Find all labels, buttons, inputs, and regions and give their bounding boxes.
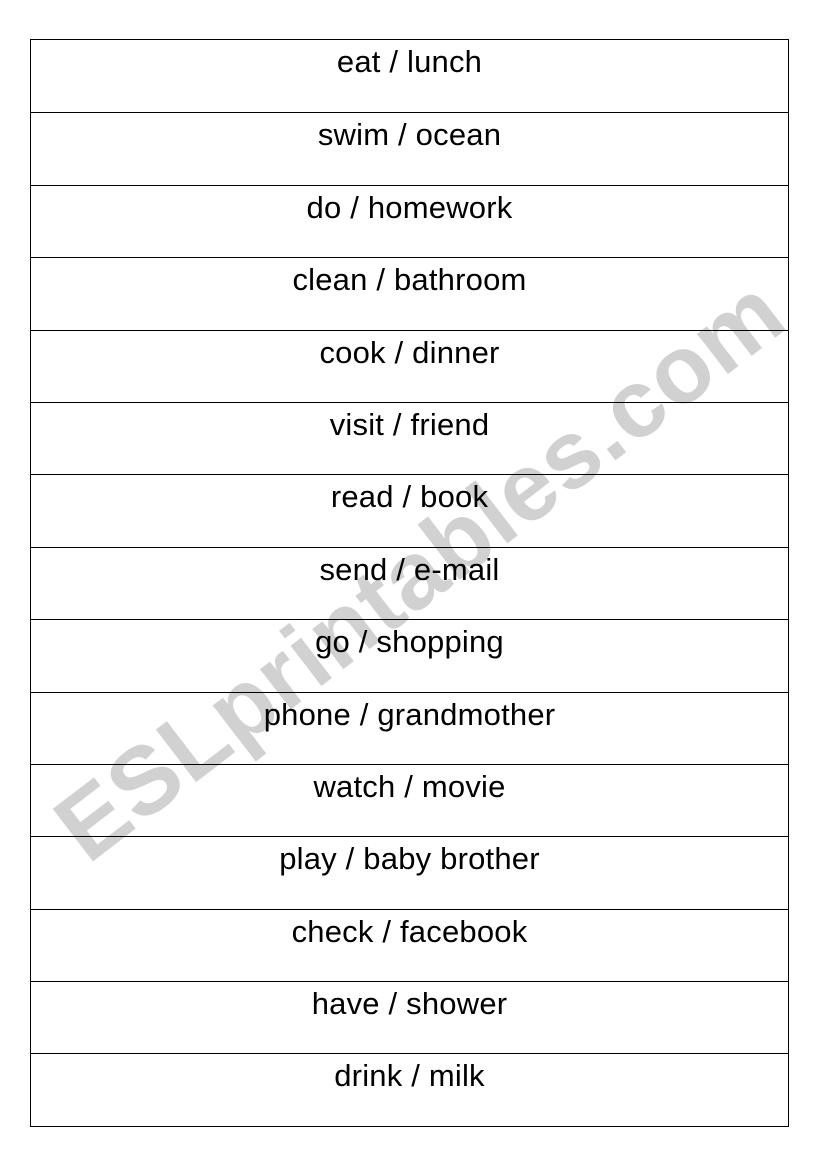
table-row: send / e-mail: [31, 546, 788, 619]
table-row: swim / ocean: [31, 112, 788, 184]
row-text: watch / movie: [313, 768, 506, 804]
row-text: send / e-mail: [319, 551, 500, 587]
row-text: cook / dinner: [319, 334, 500, 370]
table-row: eat / lunch: [31, 40, 788, 112]
table-row: do / homework: [31, 184, 788, 257]
table-row: visit / friend: [31, 401, 788, 474]
row-text: check / facebook: [291, 913, 528, 949]
row-text: swim / ocean: [317, 117, 502, 153]
row-text: drink / milk: [334, 1058, 485, 1094]
row-text: clean / bathroom: [292, 262, 527, 298]
row-text: visit / friend: [329, 406, 490, 442]
table-row: check / facebook: [31, 908, 788, 981]
table-row: watch / movie: [31, 763, 788, 836]
row-text: go / shopping: [315, 624, 504, 660]
table-row: go / shopping: [31, 619, 788, 691]
table-row: read / book: [31, 474, 788, 546]
row-text: read / book: [330, 479, 489, 515]
table-row: clean / bathroom: [31, 257, 788, 329]
table-row: drink / milk: [31, 1053, 788, 1125]
table-row: have / shower: [31, 981, 788, 1053]
row-text: play / baby brother: [279, 841, 540, 877]
table-row: play / baby brother: [31, 836, 788, 908]
row-text: have / shower: [311, 986, 508, 1022]
table-row: phone / grandmother: [31, 691, 788, 764]
verb-noun-card-table: eat / lunch swim / ocean do / homework c…: [30, 39, 789, 1127]
row-text: eat / lunch: [336, 44, 483, 79]
row-text: do / homework: [306, 189, 513, 225]
row-text: phone / grandmother: [263, 696, 556, 732]
table-row: cook / dinner: [31, 329, 788, 402]
